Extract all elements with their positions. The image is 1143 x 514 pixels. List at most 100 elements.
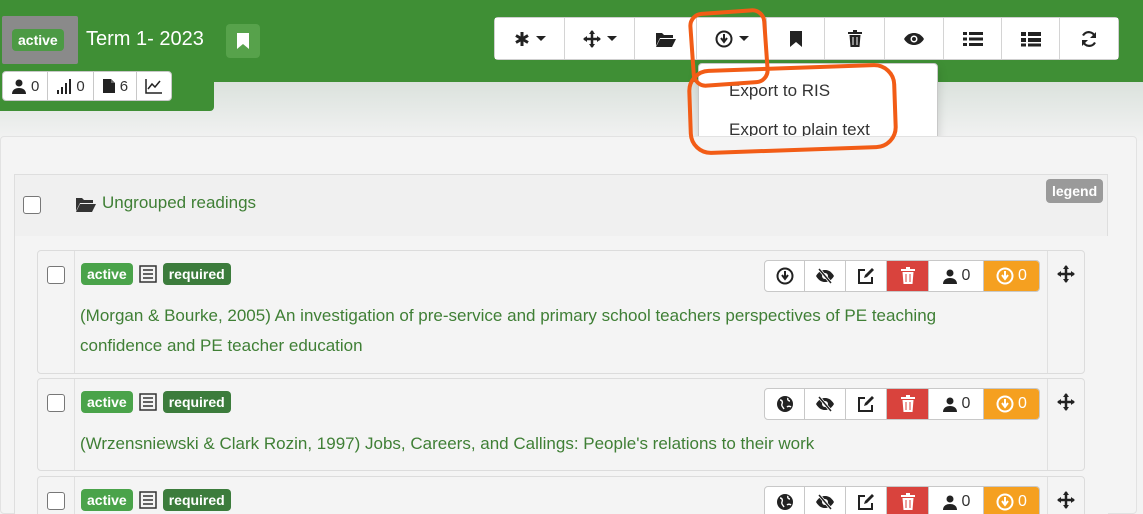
reading-delete-button[interactable] [887, 389, 929, 419]
reading-edit-button[interactable] [846, 389, 887, 419]
reading-divider [74, 477, 75, 514]
download-circle-icon [715, 30, 732, 47]
reading-downloads-count[interactable]: 0 [984, 487, 1039, 514]
term-bookmark-button[interactable] [226, 24, 260, 58]
reading-actions: 0 0 [764, 388, 1040, 420]
export-ris-menu-item[interactable]: Export to RIS [729, 81, 830, 101]
stat-analytics[interactable] [137, 72, 171, 100]
reading-downloads-count[interactable]: 0 [984, 261, 1039, 291]
move-arrows-icon[interactable] [1057, 491, 1075, 509]
export-dropdown-button[interactable] [697, 18, 767, 59]
delete-button[interactable] [825, 18, 885, 59]
reading-link-button[interactable] [765, 487, 805, 514]
stat-signal-value: 0 [76, 77, 85, 95]
stat-users-value: 0 [31, 77, 40, 95]
reading-select-checkbox[interactable] [47, 492, 65, 510]
reading-title[interactable]: (Wrzensniewski & Clark Rozin, 1997) Jobs… [80, 429, 1010, 459]
reading-users-count[interactable]: 0 [929, 389, 984, 419]
group-select-checkbox[interactable] [23, 196, 41, 214]
folder-open-icon [76, 198, 96, 212]
chevron-down-icon [738, 36, 749, 41]
reading-downloads-count[interactable]: 0 [984, 389, 1039, 419]
term-title: Term 1- 2023 [86, 28, 204, 50]
term-status-badge: active [12, 29, 64, 51]
stat-signal[interactable]: 0 [48, 72, 94, 100]
chevron-down-icon [535, 36, 546, 41]
reading-divider [1047, 477, 1048, 514]
move-arrows-icon[interactable] [1057, 265, 1075, 283]
reading-edit-button[interactable] [846, 487, 887, 514]
reading-users-count-value: 0 [961, 395, 971, 412]
reading-title[interactable]: (Morgan & Bourke, 2005) An investigation… [80, 301, 1010, 361]
reading-required-badge: required [162, 489, 231, 511]
user-icon [12, 79, 26, 94]
group-label[interactable]: Ungrouped readings [102, 193, 256, 213]
stats-group: 0 0 6 [2, 71, 173, 101]
reading-hide-button[interactable] [805, 487, 846, 514]
download-circle-icon [996, 395, 1014, 413]
trash-icon [847, 29, 862, 47]
stat-users[interactable]: 0 [3, 72, 49, 100]
reading-edit-button[interactable] [846, 261, 887, 291]
eye-slash-icon [816, 396, 834, 412]
legend-badge[interactable]: legend [1046, 179, 1104, 203]
user-icon [942, 495, 957, 510]
detail-list-view-button[interactable] [1002, 18, 1060, 59]
reading-delete-button[interactable] [887, 487, 929, 514]
reading-hide-button[interactable] [805, 389, 846, 419]
chevron-down-icon [606, 36, 617, 41]
edit-icon [858, 268, 874, 284]
signal-bars-icon [57, 79, 72, 94]
reading-required-badge: required [162, 391, 231, 413]
stats-box: 0 0 6 [0, 66, 214, 111]
move-arrows-icon[interactable] [1057, 393, 1075, 411]
reading-users-count-value: 0 [961, 267, 971, 284]
main-toolbar [494, 17, 1119, 60]
stat-documents-value: 6 [119, 77, 129, 95]
reading-users-count[interactable]: 0 [929, 487, 984, 514]
reading-divider [74, 251, 75, 373]
list-icon [138, 491, 157, 509]
list-icon [138, 265, 157, 283]
bookmark-icon [789, 30, 802, 47]
bookmark-button[interactable] [767, 18, 825, 59]
edit-icon [858, 494, 874, 510]
reading-status-badge: active [81, 263, 133, 285]
trash-icon [900, 395, 915, 412]
actions-dropdown-button[interactable] [495, 18, 565, 59]
list-icon [962, 31, 983, 46]
reading-link-button[interactable] [765, 389, 805, 419]
term-status-tile: active [2, 16, 78, 64]
user-icon [942, 397, 957, 412]
reading-download-button[interactable] [765, 261, 805, 291]
move-arrows-icon [582, 29, 601, 48]
move-dropdown-button[interactable] [565, 18, 635, 59]
reading-divider [1047, 251, 1048, 373]
visibility-button[interactable] [885, 18, 944, 59]
download-circle-icon [776, 267, 793, 285]
list-detail-icon [1020, 31, 1041, 46]
edit-icon [858, 396, 874, 412]
reading-badges: active required [81, 391, 231, 413]
list-icon [138, 393, 157, 411]
reading-delete-button[interactable] [887, 261, 929, 291]
reading-badges: active required [81, 489, 231, 511]
eye-slash-icon [816, 494, 834, 510]
trash-icon [900, 267, 915, 284]
reading-actions: 0 0 [764, 486, 1040, 514]
reading-select-checkbox[interactable] [47, 266, 65, 284]
download-circle-icon [996, 267, 1014, 285]
document-icon [102, 79, 115, 93]
globe-icon [776, 396, 793, 412]
reading-users-count-value: 0 [961, 493, 971, 510]
refresh-button[interactable] [1060, 18, 1118, 59]
folder-button[interactable] [635, 18, 697, 59]
reading-item: active required 0 0 [37, 476, 1085, 514]
stat-documents[interactable]: 6 [94, 72, 138, 100]
reading-badges: active required [81, 263, 231, 285]
reading-select-checkbox[interactable] [47, 394, 65, 412]
reading-divider [74, 379, 75, 470]
reading-hide-button[interactable] [805, 261, 846, 291]
list-view-button[interactable] [944, 18, 1002, 59]
reading-users-count[interactable]: 0 [929, 261, 984, 291]
